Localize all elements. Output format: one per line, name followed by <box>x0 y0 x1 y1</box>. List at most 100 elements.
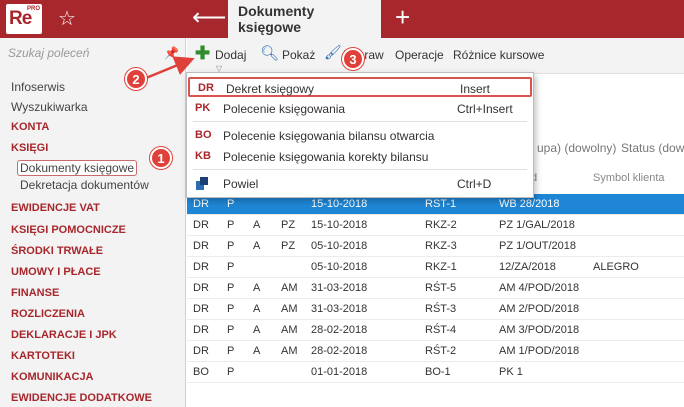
sidebar-item-srodki-trwale[interactable]: ŚRODKI TRWAŁE <box>11 245 103 257</box>
sidebar-item-rozliczenia[interactable]: ROZLICZENIA <box>11 308 85 320</box>
sidebar-item-deklaracje-i-jpk[interactable]: DEKLARACJE I JPK <box>11 329 117 341</box>
menu-item-label: Powiel <box>223 177 259 191</box>
operations-button[interactable]: Operacje <box>395 48 444 62</box>
table-cell-c2: P <box>227 219 235 231</box>
table-cell-c4: AM <box>281 303 298 315</box>
add-dropdown-menu: DR Dekret księgowy Insert PK Polecenie k… <box>186 72 534 198</box>
table-cell-c2: P <box>227 345 235 357</box>
table-row[interactable]: DR P A AM 31-03-2018 RŚT-5 AM 4/POD/2018 <box>187 278 684 299</box>
sidebar-item-wyszukiwarka[interactable]: Wyszukiwarka <box>11 100 88 114</box>
table-cell-reg: RŚT-5 <box>425 282 457 294</box>
menu-item-powiel[interactable]: Powiel Ctrl+D <box>187 174 533 194</box>
table-cell-doc: WB 28/2018 <box>499 198 560 210</box>
toolbar: ✚ Dodaj ▽ 🔍︎ Pokaż 🖌︎ Popraw Operacje Ró… <box>187 38 684 74</box>
sidebar-item-umowy-i-place[interactable]: UMOWY I PŁACE <box>11 266 101 278</box>
sidebar-item-dokumenty-ksiegowe[interactable]: Dokumenty księgowe <box>17 160 138 176</box>
table-cell-c1: DR <box>193 324 209 336</box>
plus-icon[interactable]: + <box>395 2 410 33</box>
table-cell-c1: BO <box>193 366 209 378</box>
table-cell-doc: PK 1 <box>499 366 523 378</box>
menu-separator <box>193 121 527 122</box>
table-cell-reg: BO-1 <box>425 366 451 378</box>
table-row[interactable]: DR P 05-10-2018 RKZ-1 12/ZA/2018 ALEGRO <box>187 257 684 278</box>
logo-superscript: PRO <box>26 6 40 12</box>
star-icon[interactable]: ☆ <box>58 6 76 31</box>
table-cell-c1: DR <box>193 219 209 231</box>
column-client-symbol[interactable]: Symbol klienta <box>593 172 665 184</box>
sidebar-item-ksiegi-pomocnicze[interactable]: KSIĘGI POMOCNICZE <box>11 224 126 236</box>
table-cell-date: 28-02-2018 <box>311 345 368 357</box>
menu-item-polecenie-ksiegowania[interactable]: PK Polecenie księgowania Ctrl+Insert <box>187 99 533 119</box>
table-cell-c3: A <box>253 303 261 315</box>
group-filter[interactable]: upa) (dowolny) <box>537 141 616 155</box>
table-cell-c2: P <box>227 303 235 315</box>
duplicate-icon <box>196 177 209 190</box>
table-cell-client: ALEGRO <box>593 261 639 273</box>
sidebar-item-dekretacja-dokumentow[interactable]: Dekretacja dokumentów <box>20 178 149 192</box>
table-cell-doc: PZ 1/GAL/2018 <box>499 219 575 231</box>
table-cell-c4: PZ <box>281 219 296 231</box>
brush-icon[interactable]: 🖌︎ <box>324 44 342 61</box>
menu-item-dekret-ksiegowy[interactable]: DR Dekret księgowy Insert <box>188 77 532 97</box>
back-arrow-icon[interactable]: ⟵ <box>192 3 226 32</box>
callout-badge-2: 2 <box>125 68 147 90</box>
table-cell-c2: P <box>227 198 235 210</box>
search-icon[interactable]: 🔍︎ <box>260 44 279 62</box>
table-cell-date: 01-01-2018 <box>311 366 368 378</box>
menu-item-code: KB <box>195 150 211 162</box>
table-cell-doc: AM 3/POD/2018 <box>499 324 580 336</box>
menu-item-label: Polecenie księgowania korekty bilansu <box>223 150 429 164</box>
callout-badge-1: 1 <box>150 147 172 169</box>
table-cell-doc: AM 1/POD/2018 <box>499 345 580 357</box>
sidebar-item-finanse[interactable]: FINANSE <box>11 287 59 299</box>
menu-item-korekta-bilansu[interactable]: KB Polecenie księgowania korekty bilansu <box>187 147 533 167</box>
table-row[interactable]: DR P A PZ 05-10-2018 RKZ-3 PZ 1/OUT/2018 <box>187 236 684 257</box>
table-cell-c4: AM <box>281 282 298 294</box>
menu-item-bilans-otwarcia[interactable]: BO Polecenie księgowania bilansu otwarci… <box>187 126 533 146</box>
menu-separator <box>193 169 527 170</box>
table-row[interactable]: BO P 01-01-2018 BO-1 PK 1 <box>187 362 684 383</box>
sidebar-item-ksiegi[interactable]: KSIĘGI <box>11 142 48 154</box>
sidebar-item-kartoteki[interactable]: KARTOTEKI <box>11 350 75 362</box>
pin-icon[interactable]: 📌 <box>164 46 179 60</box>
sidebar-item-infoserwis[interactable]: Infoserwis <box>11 80 65 94</box>
table-cell-c3: A <box>253 345 261 357</box>
menu-item-shortcut: Ctrl+Insert <box>457 102 513 116</box>
show-button[interactable]: Pokaż <box>282 48 315 62</box>
sidebar: 📌 Infoserwis Wyszukiwarka KONTA KSIĘGI D… <box>0 38 186 407</box>
table-cell-reg: RŚT-2 <box>425 345 457 357</box>
add-button[interactable]: Dodaj <box>215 48 246 62</box>
menu-item-shortcut: Ctrl+D <box>457 177 492 191</box>
table-cell-date: 31-03-2018 <box>311 282 368 294</box>
table-cell-c4: AM <box>281 345 298 357</box>
table-cell-c3: A <box>253 219 261 231</box>
fx-differences-button[interactable]: Różnice kursowe <box>453 48 544 62</box>
table-cell-reg: RŚT-4 <box>425 324 457 336</box>
callout-badge-3: 3 <box>342 48 364 70</box>
app-logo[interactable]: Re PRO <box>6 4 42 34</box>
table-cell-c3: A <box>253 324 261 336</box>
table-row[interactable]: DR P A AM 28-02-2018 RŚT-4 AM 3/POD/2018 <box>187 320 684 341</box>
sidebar-item-ewidencje-dodatkowe[interactable]: EWIDENCJE DODATKOWE <box>11 392 152 404</box>
sidebar-item-ewidencje-vat[interactable]: EWIDENCJE VAT <box>11 202 100 214</box>
menu-item-code: PK <box>195 102 211 114</box>
table-cell-reg: RKZ-1 <box>425 261 457 273</box>
sidebar-item-komunikacja[interactable]: KOMUNIKACJA <box>11 371 94 383</box>
menu-item-label: Polecenie księgowania <box>223 102 346 116</box>
table-cell-c2: P <box>227 282 235 294</box>
tab-dokumenty-ksiegowe[interactable]: Dokumenty księgowe <box>228 0 381 38</box>
table-cell-c2: P <box>227 261 235 273</box>
sidebar-item-konta[interactable]: KONTA <box>11 121 49 133</box>
sidebar-search: 📌 <box>0 38 186 74</box>
table-cell-doc: PZ 1/OUT/2018 <box>499 240 577 252</box>
search-input[interactable] <box>8 46 158 60</box>
plus-icon[interactable]: ✚ <box>195 43 210 64</box>
table-row[interactable]: DR P A PZ 15-10-2018 RKZ-2 PZ 1/GAL/2018 <box>187 215 684 236</box>
table-row[interactable]: DR P A AM 31-03-2018 RŚT-3 AM 2/POD/2018 <box>187 299 684 320</box>
status-filter[interactable]: Status (dowo <box>621 141 684 155</box>
table-cell-date: 05-10-2018 <box>311 240 368 252</box>
table-cell-date: 28-02-2018 <box>311 324 368 336</box>
table-cell-c2: P <box>227 324 235 336</box>
table-row[interactable]: DR P A AM 28-02-2018 RŚT-2 AM 1/POD/2018 <box>187 341 684 362</box>
menu-item-label: Dekret księgowy <box>226 82 315 96</box>
